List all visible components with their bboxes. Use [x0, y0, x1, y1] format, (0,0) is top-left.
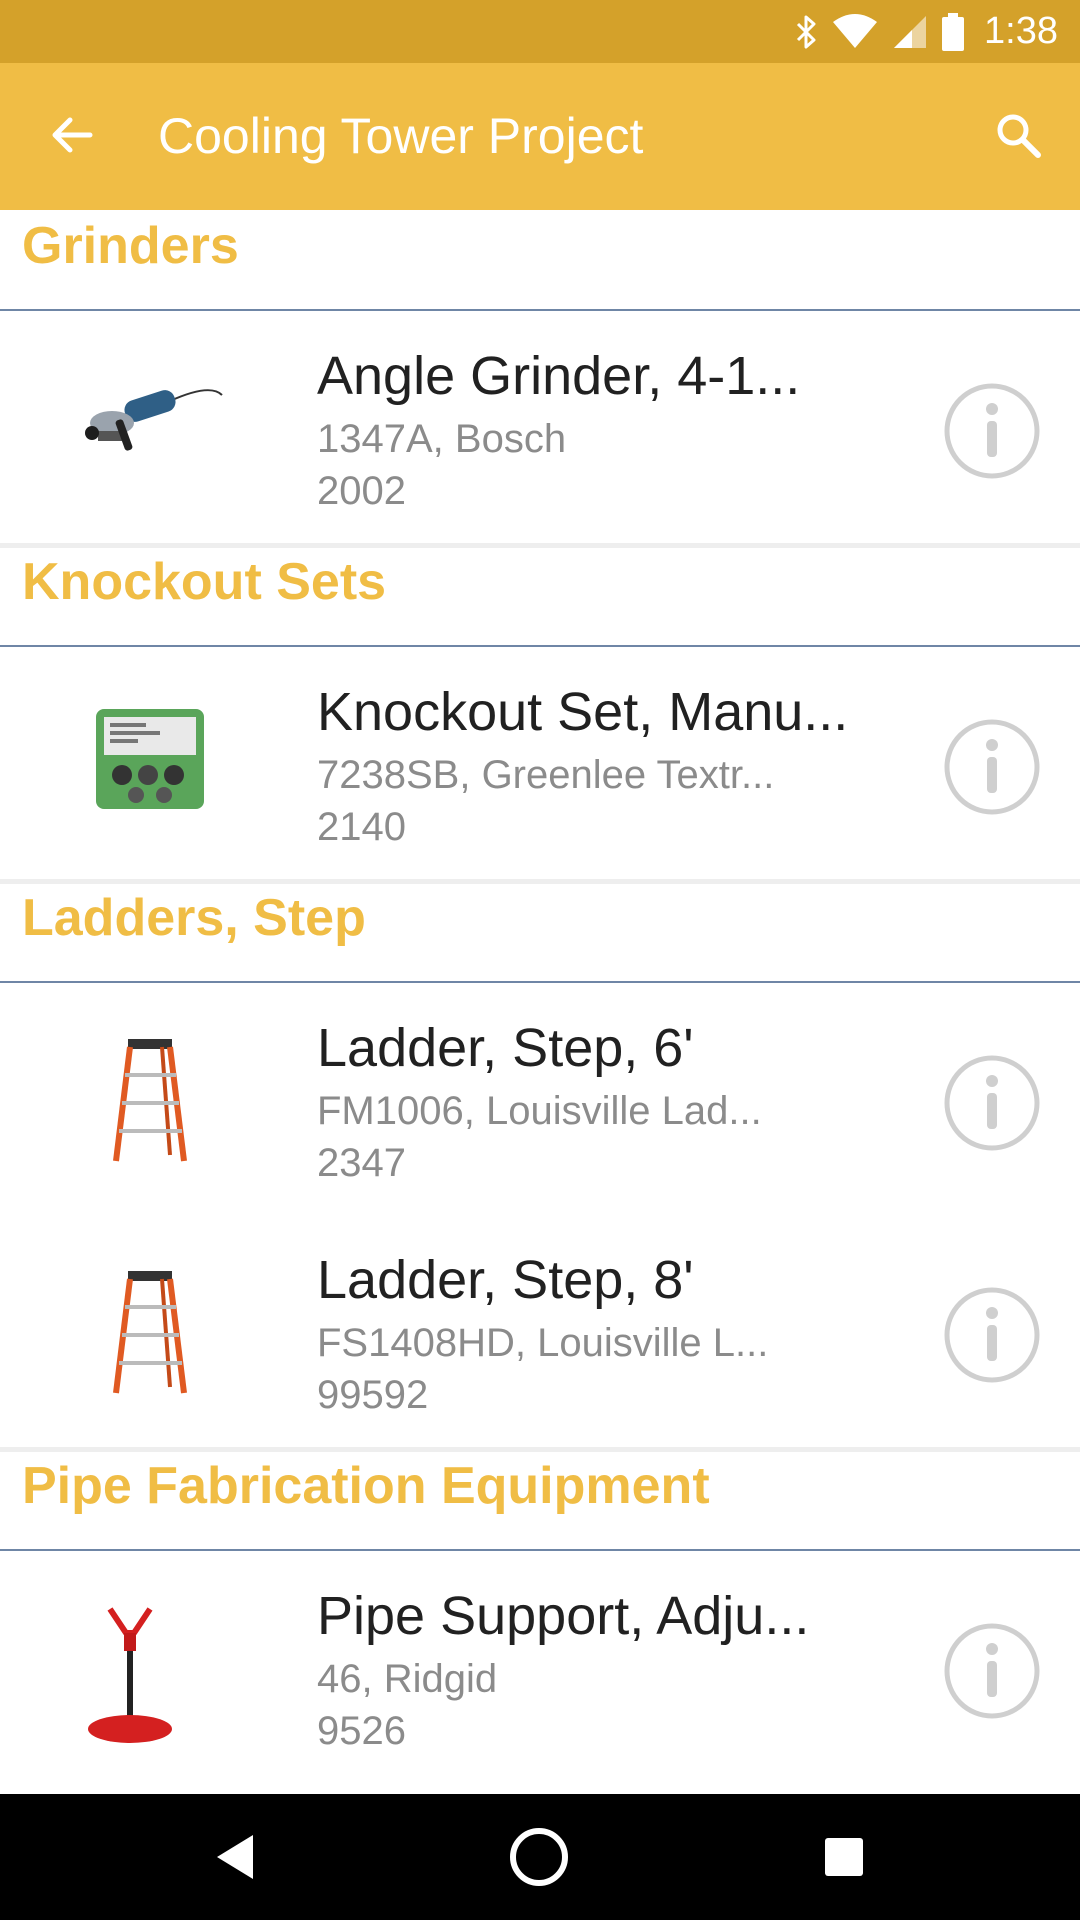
- item-model-brand: 46, Ridgid: [317, 1657, 498, 1701]
- arrow-back-icon: [52, 117, 93, 153]
- step-ladder-image: [113, 1271, 187, 1394]
- list-item[interactable]: Ladder, Step, 8' FS1408HD, Louisville L.…: [0, 1215, 1080, 1447]
- back-button[interactable]: [40, 103, 104, 167]
- section-header-pipe-fabrication: Pipe Fabrication Equipment: [0, 1452, 1080, 1551]
- section-title: Ladders, Step: [22, 889, 366, 947]
- item-id: 99592: [317, 1373, 429, 1417]
- section-header-knockout-sets: Knockout Sets: [0, 548, 1080, 647]
- info-icon[interactable]: [942, 1053, 1042, 1153]
- status-time: 1:38: [984, 10, 1058, 52]
- bluetooth-icon: [796, 15, 816, 48]
- info-icon[interactable]: [942, 1621, 1042, 1721]
- item-model-brand: FM1006, Louisville Lad...: [317, 1089, 762, 1133]
- info-icon[interactable]: [942, 381, 1042, 481]
- battery-icon: [942, 12, 965, 51]
- info-icon[interactable]: [942, 1285, 1042, 1385]
- cell-signal-icon: [894, 15, 927, 48]
- search-icon: [997, 114, 1041, 158]
- list-item[interactable]: Ladder, Step, 6' FM1006, Louisville Lad.…: [0, 983, 1080, 1215]
- section-title: Grinders: [22, 217, 239, 275]
- item-name: Ladder, Step, 6': [317, 1018, 694, 1078]
- section-header-ladders-step: Ladders, Step: [0, 884, 1080, 983]
- search-button[interactable]: [986, 103, 1050, 167]
- app-bar: Cooling Tower Project: [0, 63, 1080, 210]
- item-name: Knockout Set, Manu...: [317, 682, 849, 742]
- nav-recents-icon: [825, 1838, 863, 1876]
- item-id: 9526: [317, 1709, 406, 1753]
- list-item[interactable]: Pipe Support, Adju... 46, Ridgid 9526: [0, 1551, 1080, 1783]
- item-id: 2347: [317, 1141, 406, 1185]
- info-icon[interactable]: [942, 717, 1042, 817]
- nav-home-button[interactable]: [509, 1827, 569, 1887]
- item-model-brand: 1347A, Bosch: [317, 417, 567, 461]
- status-icons: 1:38: [794, 0, 1058, 63]
- section-title: Knockout Sets: [22, 553, 387, 611]
- page-title: Cooling Tower Project: [158, 108, 644, 164]
- list-item[interactable]: Knockout Set, Manu... 7238SB, Greenlee T…: [0, 647, 1080, 879]
- item-name: Angle Grinder, 4-1...: [317, 346, 801, 406]
- navigation-bar: [0, 1794, 1080, 1920]
- knockout-set-image: [96, 709, 204, 809]
- nav-back-button[interactable]: [205, 1827, 265, 1887]
- angle-grinder-image: [85, 389, 223, 451]
- item-name: Ladder, Step, 8': [317, 1250, 694, 1310]
- item-id: 2002: [317, 469, 406, 513]
- section-header-grinders: Grinders: [0, 210, 1080, 311]
- item-name: Pipe Support, Adju...: [317, 1586, 810, 1646]
- wifi-icon: [833, 13, 878, 48]
- equipment-list[interactable]: Grinders Angle Grinder, 4-1... 1347A, Bo…: [0, 210, 1080, 1794]
- section-title: Pipe Fabrication Equipment: [22, 1457, 710, 1515]
- nav-back-icon: [217, 1835, 253, 1879]
- pipe-support-image: [88, 1607, 172, 1743]
- item-model-brand: 7238SB, Greenlee Textr...: [317, 753, 775, 797]
- nav-home-icon: [510, 1828, 568, 1886]
- step-ladder-image: [113, 1039, 187, 1162]
- item-model-brand: FS1408HD, Louisville L...: [317, 1321, 769, 1365]
- nav-recents-button[interactable]: [814, 1827, 874, 1887]
- item-id: 2140: [317, 805, 406, 849]
- list-item[interactable]: Angle Grinder, 4-1... 1347A, Bosch 2002: [0, 311, 1080, 543]
- status-bar: 1:38: [0, 0, 1080, 63]
